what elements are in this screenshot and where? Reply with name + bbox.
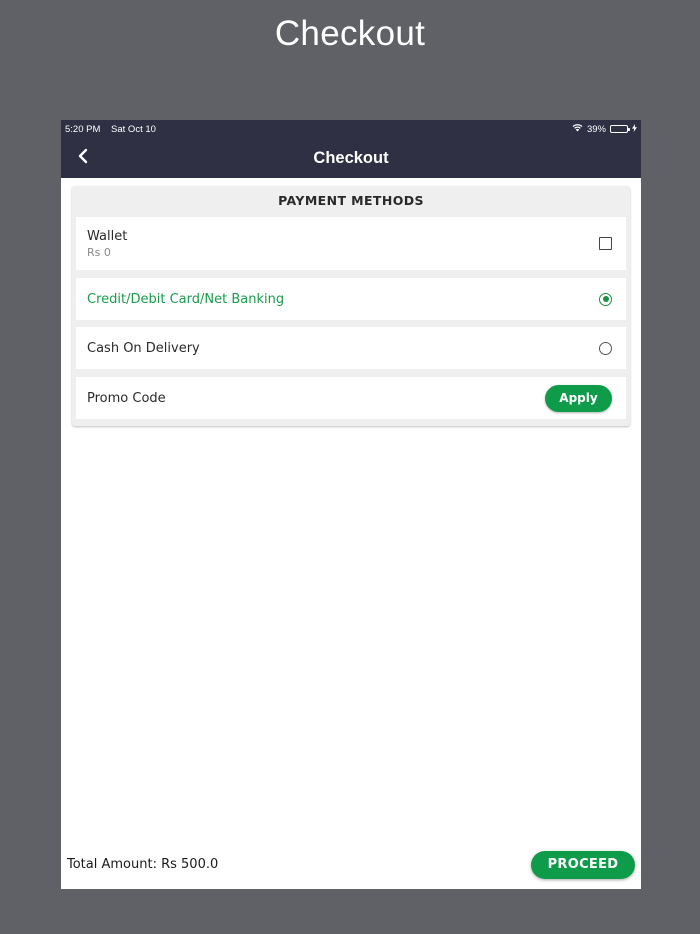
- wifi-icon: [572, 123, 583, 135]
- charging-bolt-icon: [632, 123, 637, 135]
- total-amount: Total Amount: Rs 500.0: [67, 857, 219, 872]
- status-time: 5:20 PM: [65, 123, 101, 135]
- nav-title: Checkout: [313, 148, 389, 167]
- status-bar: 5:20 PM Sat Oct 10 39%: [61, 120, 641, 138]
- status-right: 39%: [572, 123, 637, 135]
- promo-code-row: Promo Code Apply: [76, 377, 626, 419]
- wallet-text: Wallet Rs 0: [87, 229, 127, 259]
- nav-bar: Checkout: [61, 138, 641, 178]
- chevron-left-icon: [77, 148, 89, 168]
- status-left: 5:20 PM Sat Oct 10: [65, 124, 164, 135]
- checkout-footer: Total Amount: Rs 500.0 PROCEED: [61, 840, 641, 889]
- status-date: Sat Oct 10: [111, 123, 156, 135]
- payment-methods-header: PAYMENT METHODS: [278, 193, 424, 208]
- apply-promo-button[interactable]: Apply: [545, 384, 612, 412]
- card-netbanking-label: Credit/Debit Card/Net Banking: [87, 291, 285, 307]
- promo-code-label: Promo Code: [87, 390, 166, 406]
- radio-selected-dot: [602, 296, 609, 302]
- battery-icon: [610, 125, 630, 133]
- device-screen: 5:20 PM Sat Oct 10 39% Checkout PAYMENT …: [61, 120, 641, 889]
- wallet-label: Wallet: [87, 228, 128, 244]
- wallet-checkbox[interactable]: [599, 237, 612, 250]
- payment-methods-card: PAYMENT METHODS Wallet Rs 0 Credit/Debit…: [72, 186, 630, 426]
- cash-on-delivery-radio[interactable]: [599, 341, 612, 355]
- page-heading: Checkout: [274, 14, 426, 53]
- card-netbanking-option[interactable]: Credit/Debit Card/Net Banking: [76, 278, 626, 320]
- proceed-button[interactable]: PROCEED: [531, 850, 635, 879]
- battery-percent: 39%: [586, 123, 606, 135]
- wallet-balance: Rs 0: [87, 245, 111, 259]
- cash-on-delivery-option[interactable]: Cash On Delivery: [76, 327, 626, 369]
- back-button[interactable]: [69, 144, 97, 172]
- cash-on-delivery-label: Cash On Delivery: [87, 340, 200, 356]
- card-netbanking-radio[interactable]: [599, 292, 612, 306]
- wallet-option[interactable]: Wallet Rs 0: [76, 217, 626, 270]
